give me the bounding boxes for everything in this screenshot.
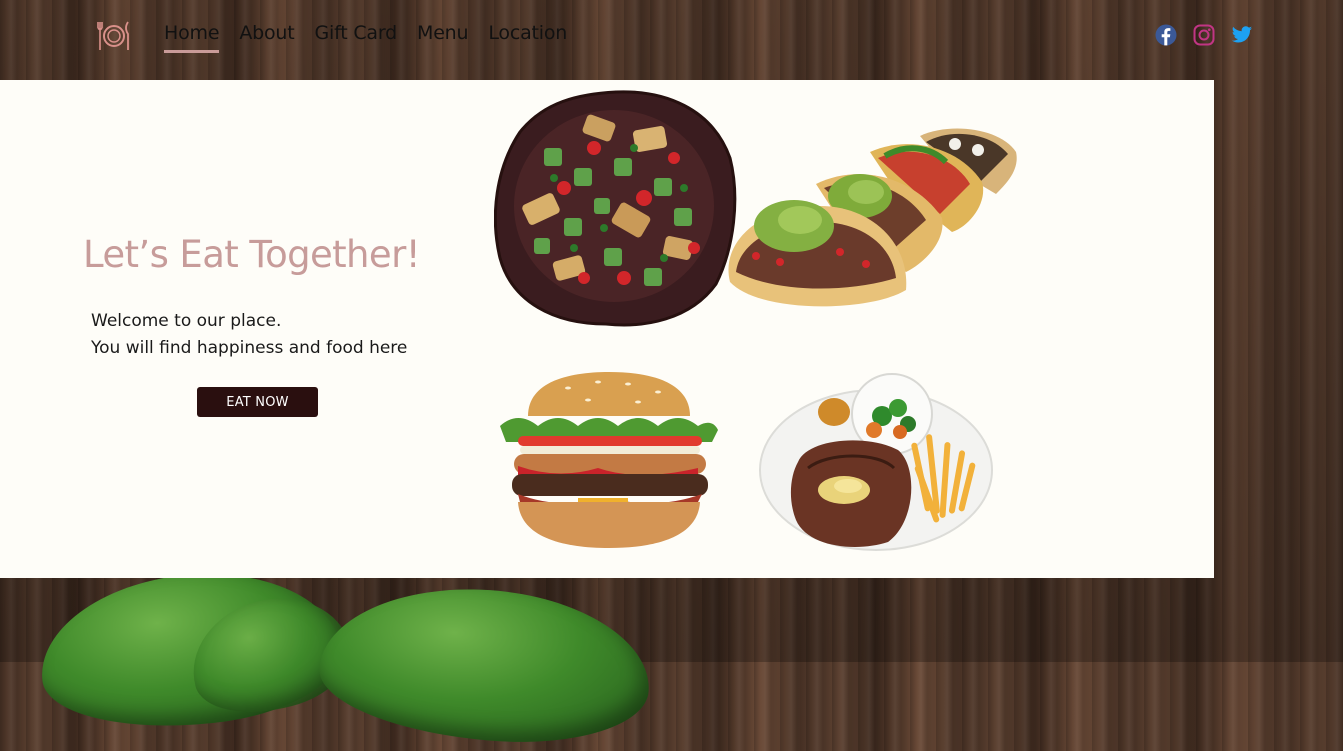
twitter-icon[interactable] [1231,24,1253,46]
plate-fork-knife-icon[interactable] [96,18,132,54]
nav-home[interactable]: Home [164,22,220,53]
tacos-image [720,122,1020,312]
facebook-icon[interactable] [1155,24,1177,46]
main-menu: Home About Gift Card Menu Location [164,22,567,53]
salad-image [493,88,738,328]
eat-now-button[interactable]: EAT NOW [197,387,318,417]
instagram-icon[interactable] [1193,24,1215,46]
nav-about[interactable]: About [239,22,294,48]
welcome-line: Welcome to our place. [91,311,282,331]
steak-image [758,372,998,554]
social-links [1155,24,1253,46]
hero-title: Let’s Eat Together! [83,233,421,276]
welcome-text: Welcome to our place. You will find happ… [91,308,407,362]
nav-gift-card[interactable]: Gift Card [315,22,398,48]
burger-image [498,370,720,550]
top-navigation: Home About Gift Card Menu Location [0,0,1343,80]
welcome-line: You will find happiness and food here [91,338,408,358]
nav-location[interactable]: Location [488,22,567,48]
nav-menu[interactable]: Menu [417,22,469,48]
